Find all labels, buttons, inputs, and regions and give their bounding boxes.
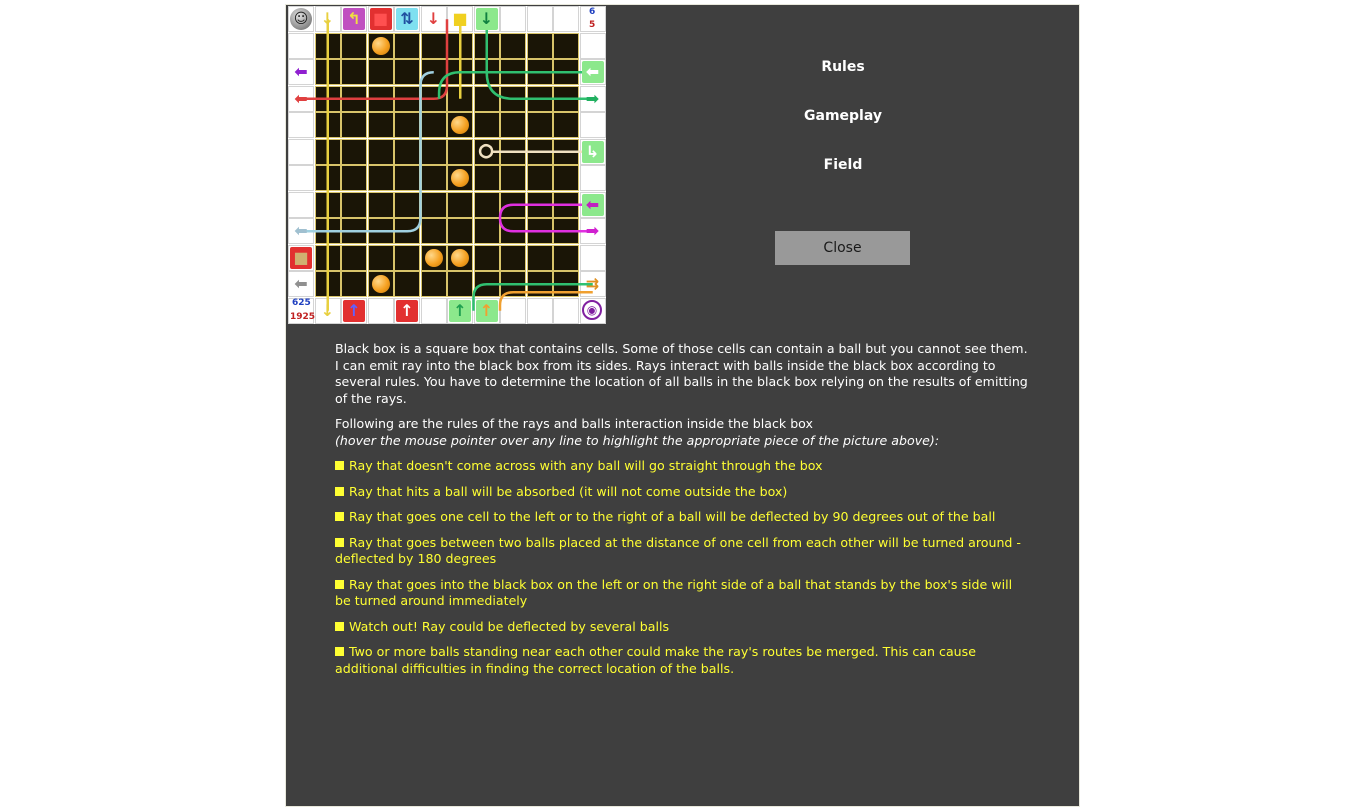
green-ray[interactable]: [485, 19, 593, 100]
arrow-double-right-icon[interactable]: ⇉: [582, 273, 604, 295]
blackbox-board: ↓ ↰ ■ ⇅ ↓ ■ ↓ ⬅ ⬅ ⬅ ■ ⬅ ⬅ ➡ ↳ ⬅ ➡ ⇉ ↓ ↑ ↑ ↑ ↑ ☺ ◉ 6 5 625 1925: [288, 6, 606, 324]
red-ray[interactable]: [301, 19, 449, 100]
arrow-turn-icon[interactable]: ↰: [343, 8, 365, 30]
arrow-down-icon[interactable]: ↓: [423, 8, 445, 30]
hover-note: (hover the mouse pointer over any line t…: [335, 432, 940, 448]
rule-text: Ray that goes one cell to the left or to…: [349, 509, 996, 524]
bullet-square-icon: [335, 461, 344, 470]
absorbed-square-icon[interactable]: ■: [369, 8, 392, 30]
magenta-ray[interactable]: [498, 203, 593, 233]
arrow-updown-icon[interactable]: ⇅: [396, 8, 418, 30]
rule-text: Ray that goes between two balls placed a…: [335, 534, 1021, 567]
rule-item[interactable]: Watch out! Ray could be deflected by sev…: [335, 619, 1030, 636]
rule-text: Two or more balls standing near each oth…: [335, 644, 976, 676]
rule-item[interactable]: Ray that doesn't come across with any ba…: [335, 458, 1030, 475]
arrow-down-icon[interactable]: ↓: [475, 8, 498, 30]
arrow-up-icon[interactable]: ↑: [396, 299, 418, 322]
arrow-left-icon[interactable]: ⬅: [290, 88, 312, 110]
intro-paragraph: Black box is a square box that contains …: [335, 341, 1028, 406]
score-bottom: 1925: [290, 312, 316, 322]
arrow-left-icon[interactable]: ⬅: [290, 61, 312, 83]
following-paragraph: Following are the rules of the rays and …: [335, 416, 1030, 449]
target-icon[interactable]: ◉: [582, 300, 602, 320]
menu-gameplay[interactable]: Gameplay: [773, 108, 913, 124]
arrow-left-icon[interactable]: ⬅: [581, 193, 604, 216]
rule-text: Ray that hits a ball will be absorbed (i…: [349, 483, 788, 499]
following-text: Following are the rules of the rays and …: [335, 416, 813, 431]
score-top: 625: [292, 298, 311, 308]
rule-text: Watch out! Ray could be deflected by sev…: [349, 618, 670, 634]
close-button[interactable]: Close: [775, 231, 910, 265]
cyan-ray[interactable]: [301, 71, 434, 233]
rule-text: Ray that doesn't come across with any ba…: [349, 458, 823, 473]
arrow-return-icon[interactable]: ↳: [581, 140, 604, 163]
ray-overlay: [301, 19, 593, 311]
absorbed-square-icon[interactable]: ■: [290, 246, 312, 269]
bullet-square-icon: [335, 621, 344, 631]
arrow-up-icon[interactable]: ↑: [449, 299, 471, 322]
arrow-left-icon[interactable]: ⬅: [290, 273, 312, 295]
rule-item[interactable]: Two or more balls standing near each oth…: [335, 644, 1030, 677]
green-ray-2[interactable]: [437, 71, 593, 99]
orange-ray[interactable]: [498, 290, 593, 311]
rules-text: Black box is a square box that contains …: [335, 341, 1030, 686]
arrow-up-icon[interactable]: ↑: [475, 299, 498, 322]
bullet-square-icon: [335, 537, 344, 547]
rule-item[interactable]: Ray that hits a ball will be absorbed (i…: [335, 484, 1030, 501]
rule-text: Ray that goes into the black box on the …: [335, 576, 1013, 609]
bullet-square-icon: [335, 647, 344, 656]
arrow-right-icon[interactable]: ➡: [582, 88, 604, 110]
rules-list: Ray that doesn't come across with any ba…: [335, 458, 1030, 677]
arrow-left-icon[interactable]: ⬅: [290, 220, 312, 242]
menu-field[interactable]: Field: [773, 157, 913, 173]
rule-item[interactable]: Ray that goes one cell to the left or to…: [335, 509, 1030, 526]
counter-top: 6: [589, 7, 596, 17]
bullet-square-icon: [335, 579, 344, 589]
arrow-right-icon[interactable]: ➡: [582, 220, 604, 242]
arrow-down-icon[interactable]: ↓: [317, 300, 339, 322]
cream-ray[interactable]: [478, 144, 593, 159]
yellow-square-icon[interactable]: ■: [449, 8, 471, 30]
smiley-icon[interactable]: ☺: [290, 8, 312, 30]
arrow-up-icon[interactable]: ↑: [343, 299, 365, 322]
rule-item[interactable]: Ray that goes into the black box on the …: [335, 577, 1030, 610]
bullet-square-icon: [335, 512, 344, 521]
counter-top-2: 5: [589, 20, 596, 30]
menu-rules[interactable]: Rules: [773, 59, 913, 75]
arrow-left-icon[interactable]: ⬅: [581, 61, 604, 83]
bullet-square-icon: [335, 486, 344, 496]
arrow-down-icon[interactable]: ↓: [317, 8, 339, 30]
rule-item[interactable]: Ray that goes between two balls placed a…: [335, 535, 1030, 568]
